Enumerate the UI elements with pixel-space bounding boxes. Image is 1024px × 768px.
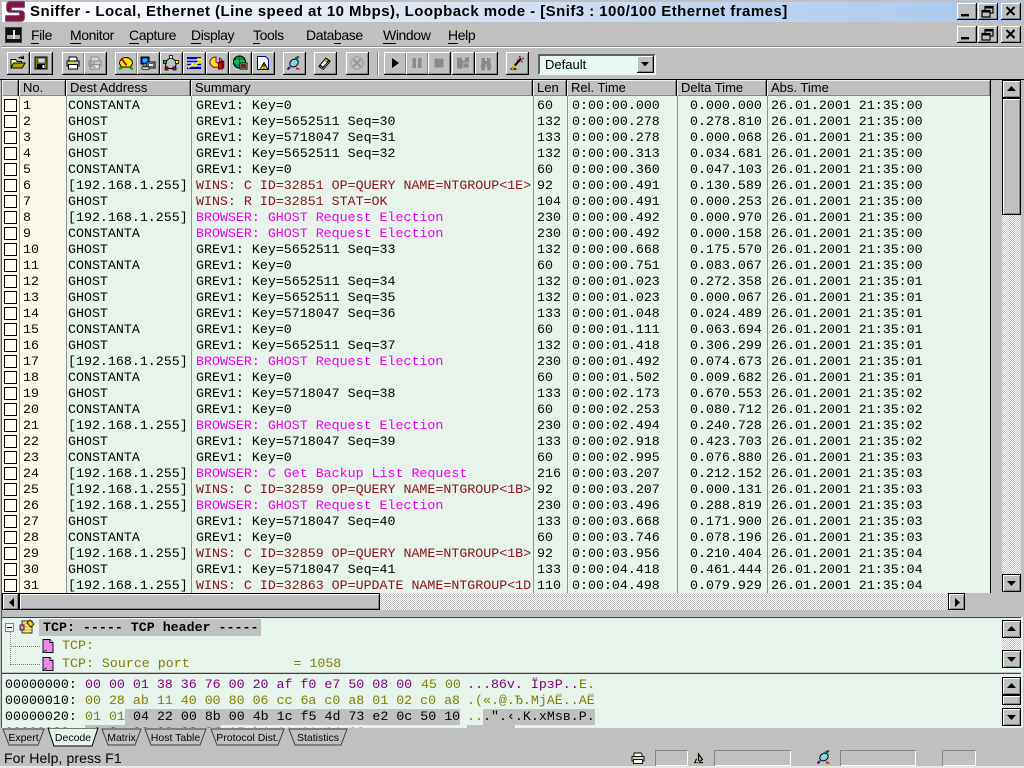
svg-text:Protocol Dist.: Protocol Dist. <box>216 732 278 744</box>
svg-text:Host Table: Host Table <box>151 732 201 744</box>
svg-text:Statistics: Statistics <box>297 732 339 744</box>
svg-text:Matrix: Matrix <box>107 732 136 744</box>
svg-text:Decode: Decode <box>55 732 91 744</box>
svg-text:Expert: Expert <box>8 732 38 744</box>
